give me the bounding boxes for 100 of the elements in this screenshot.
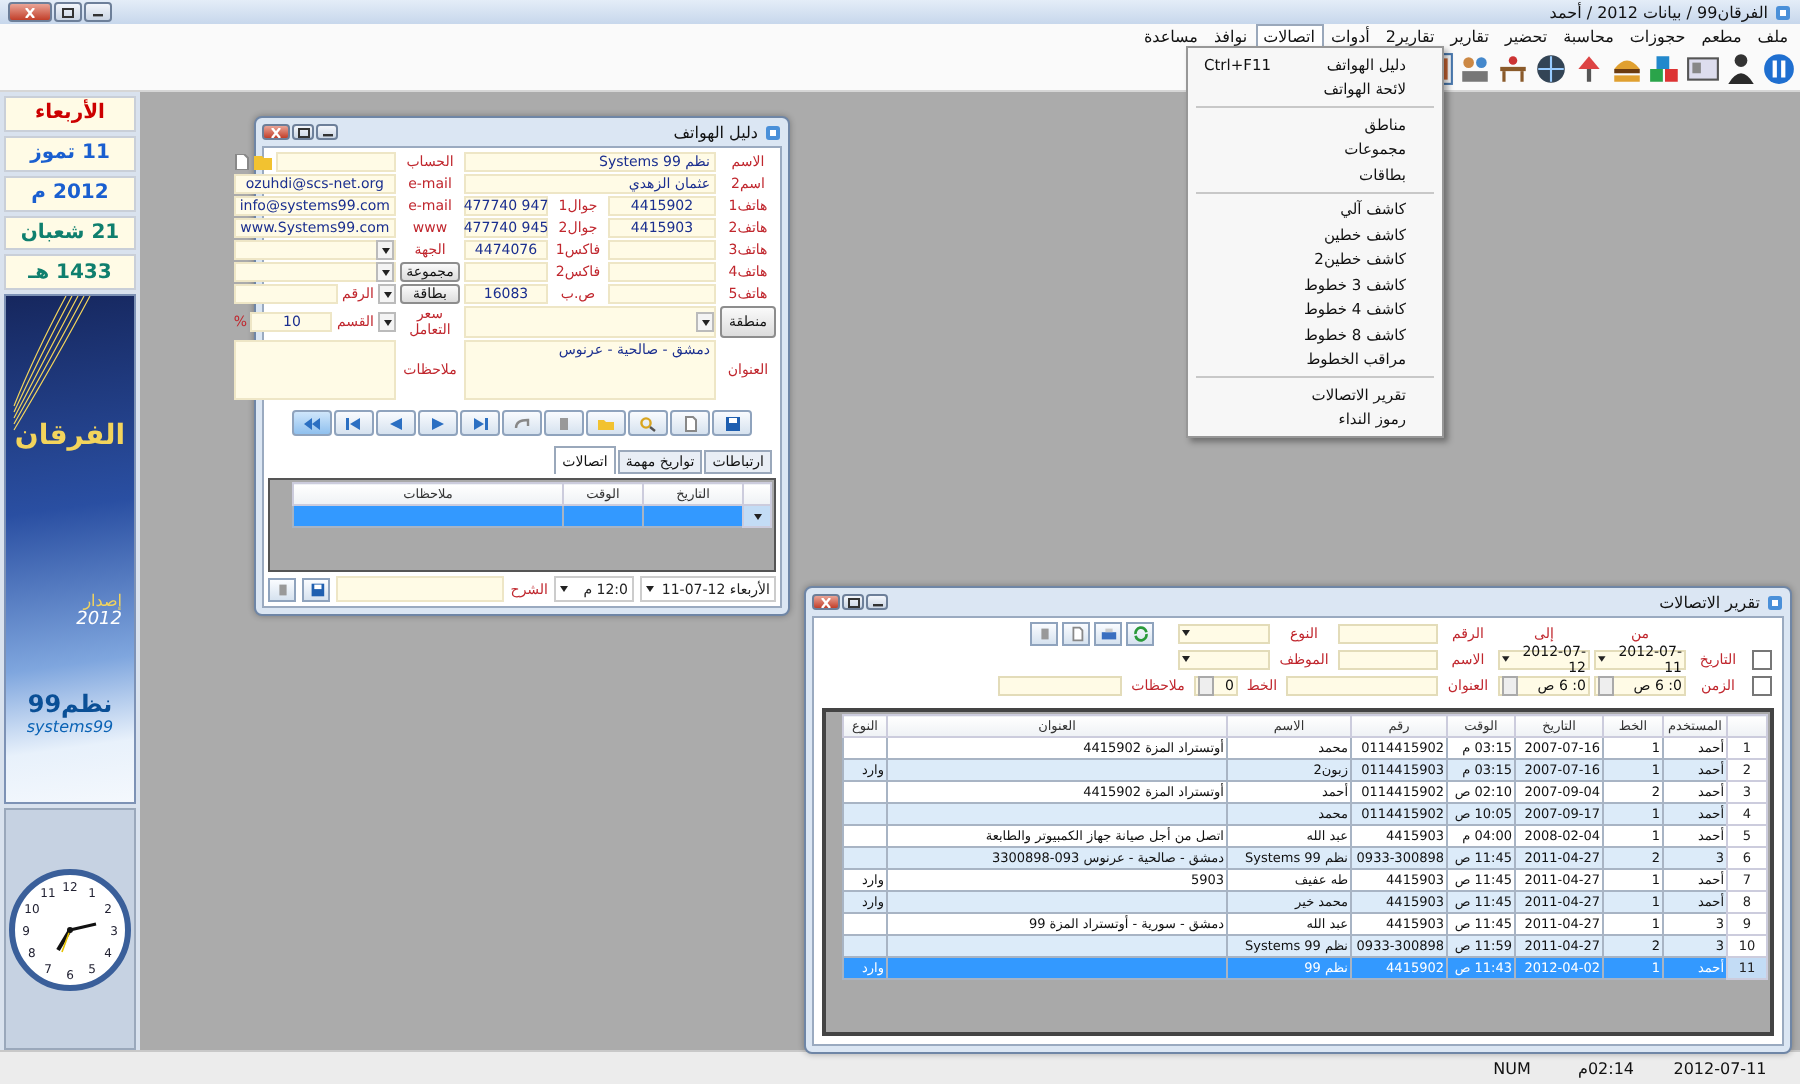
dropdown-field[interactable]: [378, 284, 396, 304]
maximize-button[interactable]: [292, 124, 314, 140]
rewind-button[interactable]: [292, 410, 332, 436]
table-cell: [843, 803, 887, 825]
person-icon[interactable]: [1724, 52, 1758, 86]
menu-item[interactable]: ملف: [1749, 24, 1796, 48]
delete-button[interactable]: [544, 410, 584, 436]
caret-icon: [383, 291, 391, 297]
save-icon: [722, 415, 742, 431]
menu-item[interactable]: مطعم: [1693, 24, 1750, 48]
dropdown-field[interactable]: [1178, 649, 1270, 669]
trash-icon: [1035, 625, 1053, 641]
maximize-icon: [297, 127, 309, 137]
input-field[interactable]: [464, 262, 548, 282]
status-date: 2012-07-11: [1671, 1059, 1769, 1077]
search-button[interactable]: [628, 410, 668, 436]
minimize-button[interactable]: [316, 124, 338, 140]
menu-item[interactable]: تقارير: [1442, 24, 1497, 48]
dining-table-icon[interactable]: [1496, 52, 1530, 86]
banner-year: 2012: [76, 610, 122, 631]
skip-back-icon: [344, 415, 364, 431]
arrow-right-icon: [428, 415, 448, 431]
pause-icon[interactable]: [1762, 52, 1796, 86]
close-button[interactable]: [262, 124, 290, 140]
notes-field[interactable]: [233, 340, 396, 400]
input-field[interactable]: [275, 152, 396, 172]
new-button[interactable]: [1062, 621, 1090, 645]
table-cell: [843, 913, 887, 935]
input-field[interactable]: [233, 284, 339, 304]
date-label: 2012 م: [4, 175, 136, 212]
print-button[interactable]: [1094, 621, 1122, 645]
id-card-icon[interactable]: [1686, 52, 1720, 86]
minimize-button[interactable]: [84, 2, 112, 22]
open-button[interactable]: [586, 410, 626, 436]
caret-icon: [646, 586, 654, 592]
clock-face: [9, 868, 131, 991]
menu-item[interactable]: تقارير2: [1377, 24, 1443, 48]
people-icon[interactable]: [1458, 52, 1492, 86]
page-icon[interactable]: [233, 154, 250, 170]
first-button[interactable]: [334, 410, 374, 436]
refresh-button[interactable]: [1126, 621, 1154, 645]
menu-item[interactable]: حجوزات: [1621, 24, 1694, 48]
checkbox[interactable]: [1752, 649, 1772, 669]
dropdown-field[interactable]: [378, 312, 396, 332]
menu-item[interactable]: أدوات: [1323, 24, 1378, 48]
app-icon: [1766, 593, 1784, 611]
input-field[interactable]: [336, 576, 505, 602]
next-button[interactable]: [418, 410, 458, 436]
maximize-button[interactable]: [54, 2, 82, 22]
status-keys: NUM: [1472, 1059, 1552, 1077]
checkbox[interactable]: [1752, 675, 1772, 695]
menu-item[interactable]: اتصالات: [1255, 24, 1323, 48]
page-icon: [1067, 625, 1085, 641]
window-title: تقرير الاتصالات: [1659, 593, 1760, 611]
caret-icon: [560, 586, 568, 592]
double-arrow-icon: [302, 415, 322, 431]
date-label: 1433 هـ: [4, 254, 136, 291]
window-title: الفرقان99 / بيانات 2012 / أحمد: [1549, 3, 1768, 21]
input-field[interactable]: [1338, 649, 1438, 669]
previous-button[interactable]: [376, 410, 416, 436]
menu-item[interactable]: مساعدة: [1135, 24, 1206, 48]
arrow-left-icon: [386, 415, 406, 431]
delete-button[interactable]: [268, 577, 296, 601]
date-label: 21 شعبان: [4, 215, 136, 251]
input-field[interactable]: [998, 675, 1122, 695]
caret-icon: [383, 319, 391, 325]
maximize-icon: [847, 597, 859, 607]
table-cell: [563, 505, 643, 527]
close-button[interactable]: [8, 2, 52, 22]
input-field[interactable]: [1286, 675, 1438, 695]
menu-item[interactable]: تحضير: [1496, 24, 1556, 48]
close-icon: [820, 597, 832, 607]
input-field[interactable]: [1338, 623, 1438, 643]
cubes-icon[interactable]: [1648, 52, 1682, 86]
table-cell: [843, 847, 887, 869]
input-field[interactable]: [608, 284, 716, 304]
row-header[interactable]: [743, 505, 771, 527]
undo-button[interactable]: [502, 410, 542, 436]
globe-icon[interactable]: [1534, 52, 1568, 86]
caret-icon: [381, 269, 389, 275]
minimize-button[interactable]: [866, 594, 888, 610]
folder-icon[interactable]: [253, 154, 272, 170]
caret-icon: [753, 514, 761, 520]
last-button[interactable]: [460, 410, 500, 436]
brand-logo-text: systems99: [26, 718, 114, 737]
dropdown-field[interactable]: [1178, 623, 1270, 643]
refresh-icon: [1131, 625, 1149, 641]
delete-button[interactable]: [1030, 621, 1058, 645]
menu-item[interactable]: نوافذ: [1205, 24, 1256, 48]
new-button[interactable]: [670, 410, 710, 436]
maximize-icon: [62, 7, 74, 17]
menu-item[interactable]: محاسبة: [1555, 24, 1622, 48]
folder-icon: [596, 415, 616, 431]
input-field[interactable]: [608, 262, 716, 282]
close-button[interactable]: [812, 594, 840, 610]
caret-icon: [1502, 656, 1510, 662]
save-button[interactable]: [712, 410, 752, 436]
save-button[interactable]: [302, 577, 330, 601]
maximize-button[interactable]: [842, 594, 864, 610]
input-field[interactable]: [608, 240, 716, 260]
